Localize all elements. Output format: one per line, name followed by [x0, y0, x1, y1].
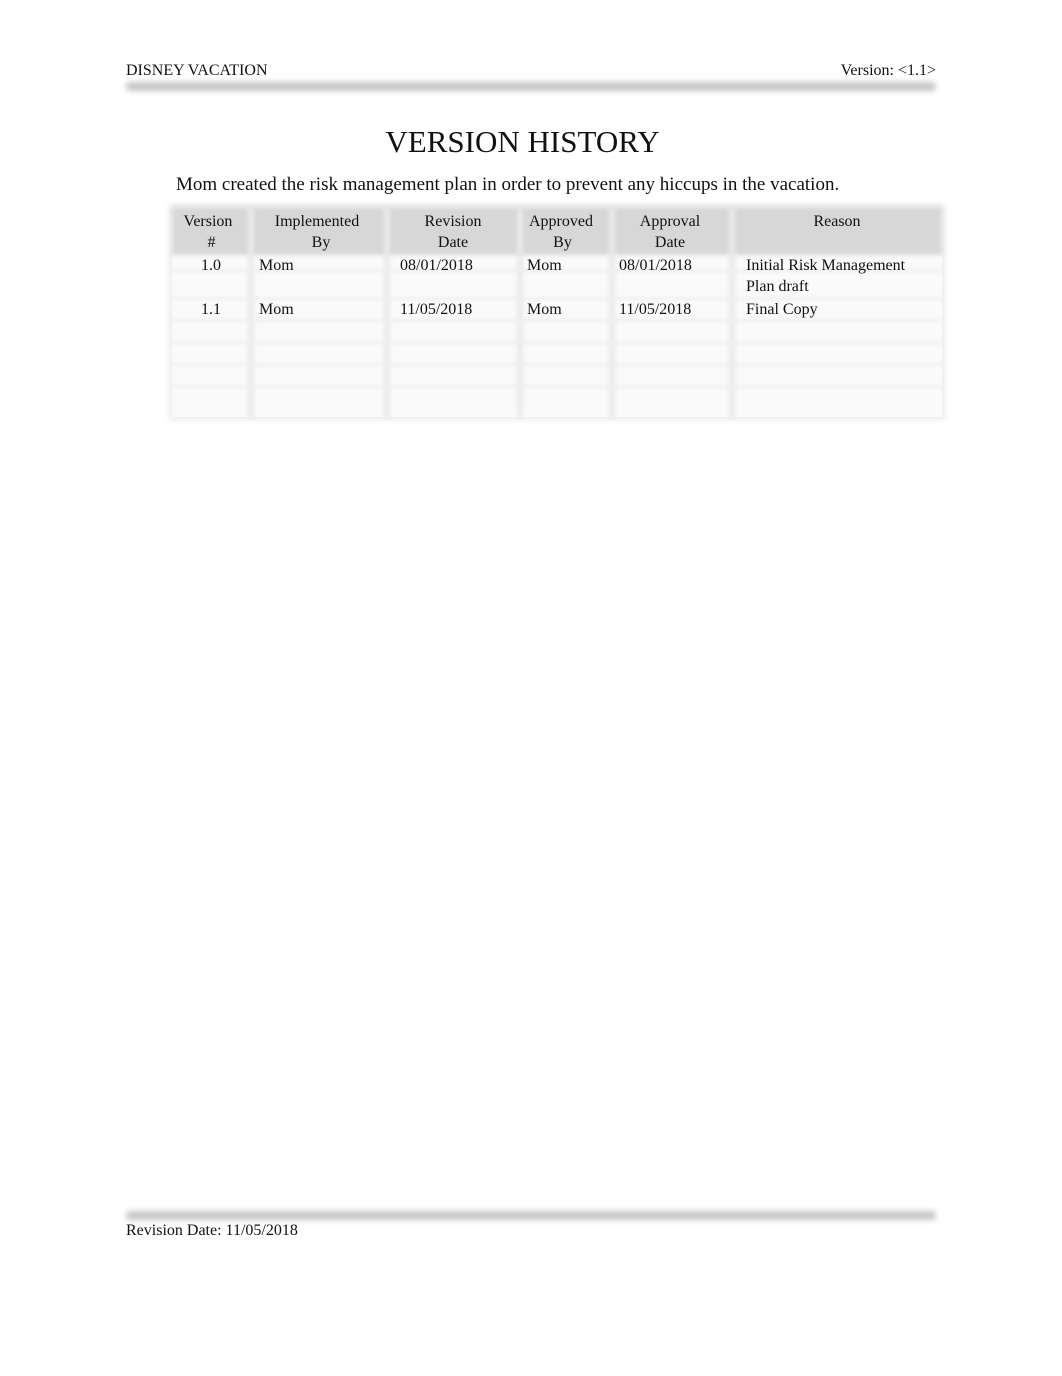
- footer-revision-date: Revision Date: 11/05/2018: [126, 1222, 298, 1239]
- header-rule: [126, 82, 936, 91]
- column-header-revision-date: Revision Date: [388, 211, 518, 253]
- reason-line: Initial Risk Management: [746, 257, 906, 274]
- intro-text: Mom created the risk management plan in …: [176, 174, 840, 195]
- header-line: Version: [183, 213, 233, 230]
- row-divider: [172, 363, 942, 366]
- page-header: DISNEY VACATION Version: <1.1>: [126, 62, 936, 82]
- cell-approval-date: 11/05/2018: [619, 301, 692, 318]
- header-line: Reason: [813, 213, 861, 230]
- cell-implemented-by: Mom: [259, 301, 294, 318]
- cell-version: 1.0: [201, 257, 221, 274]
- column-header-approved-by: Approved By: [520, 211, 602, 253]
- cell-implemented-by: Mom: [259, 257, 294, 274]
- cell-reason: Final Copy: [746, 301, 818, 318]
- reason-line: Plan draft: [746, 278, 809, 295]
- row-divider: [172, 341, 942, 344]
- header-line: Revision: [424, 213, 482, 230]
- cell-revision-date: 08/01/2018: [400, 257, 473, 274]
- cell-reason: Initial Risk Management Plan draft: [746, 255, 905, 297]
- document-title: DISNEY VACATION: [126, 62, 268, 79]
- cell-approval-date: 08/01/2018: [619, 257, 692, 274]
- column-header-version: Version #: [172, 211, 244, 253]
- cell-approved-by: Mom: [527, 257, 562, 274]
- header-line: Approved: [529, 213, 593, 230]
- header-line: By: [311, 234, 331, 251]
- header-line: Date: [654, 234, 686, 251]
- header-line: Approval: [639, 213, 701, 230]
- column-header-reason: Reason: [732, 211, 942, 232]
- cell-version: 1.1: [201, 301, 221, 318]
- cell-approved-by: Mom: [527, 301, 562, 318]
- header-line: Implemented: [274, 213, 360, 230]
- column-header-implemented-by: Implemented By: [252, 211, 382, 253]
- header-line: Date: [437, 234, 469, 251]
- version-history-table: Version # Implemented By Revision Date A…: [172, 207, 942, 417]
- header-line: #: [207, 234, 216, 251]
- row-divider: [172, 385, 942, 388]
- header-line: By: [553, 234, 572, 251]
- cell-revision-date: 11/05/2018: [400, 301, 473, 318]
- column-header-approval-date: Approval Date: [612, 211, 728, 253]
- version-label: Version: <1.1>: [840, 62, 936, 79]
- footer-rule: [126, 1211, 936, 1220]
- page-title: VERSION HISTORY: [385, 124, 660, 159]
